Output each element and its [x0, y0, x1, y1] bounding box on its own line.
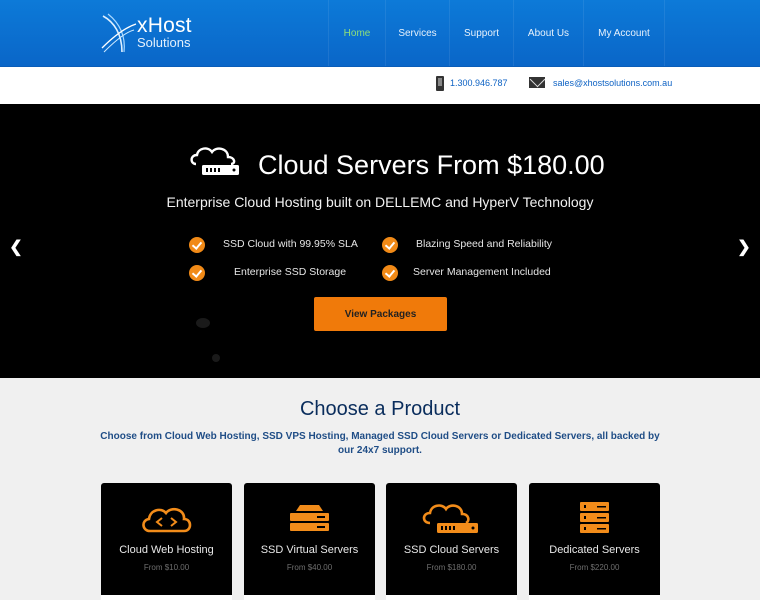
- card-price: From $10.00: [143, 563, 190, 572]
- feature-item: Blazing Speed and Reliability: [416, 238, 553, 250]
- card-price: From $40.00: [286, 563, 333, 572]
- nav-services[interactable]: Services: [385, 0, 449, 66]
- hero-subtitle: Enterprise Cloud Hosting built on DELLEM…: [166, 194, 594, 210]
- phone-number[interactable]: 1.300.946.787: [450, 78, 508, 88]
- card-price: From $180.00: [426, 563, 477, 572]
- nav-support[interactable]: Support: [449, 0, 513, 66]
- cloud-code-icon: [142, 507, 192, 533]
- card-title: Cloud Web Hosting: [119, 544, 214, 556]
- hero-slider: [0, 104, 760, 378]
- card-title: SSD Virtual Servers: [260, 544, 359, 556]
- card-footer: [386, 595, 517, 600]
- card-footer: [529, 595, 660, 600]
- product-card-dedicated-servers[interactable]: Dedicated Servers From $220.00: [529, 483, 660, 600]
- email-link[interactable]: sales@xhostsolutions.com.au: [553, 78, 672, 88]
- site-header: xHost Solutions Home Services Support Ab…: [0, 0, 760, 67]
- product-card-cloud-web-hosting[interactable]: Cloud Web Hosting From $10.00: [101, 483, 232, 600]
- card-footer: [244, 595, 375, 600]
- check-icon: [382, 265, 398, 281]
- chevron-right-icon[interactable]: ❯: [737, 239, 751, 257]
- brand-logo[interactable]: xHost Solutions: [137, 14, 192, 50]
- decorative-dot: [196, 318, 210, 328]
- brand-tagline: Solutions: [137, 35, 191, 50]
- view-packages-button[interactable]: View Packages: [314, 297, 447, 331]
- brand-name: xHost: [137, 14, 192, 37]
- feature-item: Enterprise SSD Storage: [234, 266, 347, 278]
- cloud-server-icon: [190, 147, 239, 175]
- server-stack-icon: [290, 505, 329, 531]
- check-icon: [189, 265, 205, 281]
- server-tower-icon: [580, 502, 609, 533]
- card-footer: [101, 595, 232, 600]
- main-nav: Home Services Support About Us My Accoun…: [328, 0, 665, 66]
- chevron-left-icon[interactable]: ❮: [9, 239, 23, 257]
- nav-home[interactable]: Home: [328, 0, 385, 66]
- card-title: Dedicated Servers: [549, 544, 640, 556]
- card-price: From $220.00: [569, 563, 620, 572]
- cloud-server-icon: [422, 504, 478, 533]
- feature-item: SSD Cloud with 99.95% SLA: [223, 238, 358, 250]
- section-subtitle: Choose from Cloud Web Hosting, SSD VPS H…: [100, 431, 660, 456]
- check-icon: [382, 237, 398, 253]
- decorative-dot: [212, 354, 220, 362]
- nav-my-account[interactable]: My Account: [583, 0, 665, 66]
- section-title: Choose a Product: [299, 398, 461, 420]
- hero-title: Cloud Servers From $180.00: [258, 150, 605, 180]
- phone-icon: [436, 76, 444, 91]
- product-card-ssd-cloud-servers[interactable]: SSD Cloud Servers From $180.00: [386, 483, 517, 600]
- feature-item: Server Management Included: [413, 266, 551, 278]
- nav-about-us[interactable]: About Us: [513, 0, 583, 66]
- card-title: SSD Cloud Servers: [403, 544, 500, 556]
- mail-icon: [529, 77, 545, 88]
- check-icon: [189, 237, 205, 253]
- product-card-ssd-virtual-servers[interactable]: SSD Virtual Servers From $40.00: [244, 483, 375, 600]
